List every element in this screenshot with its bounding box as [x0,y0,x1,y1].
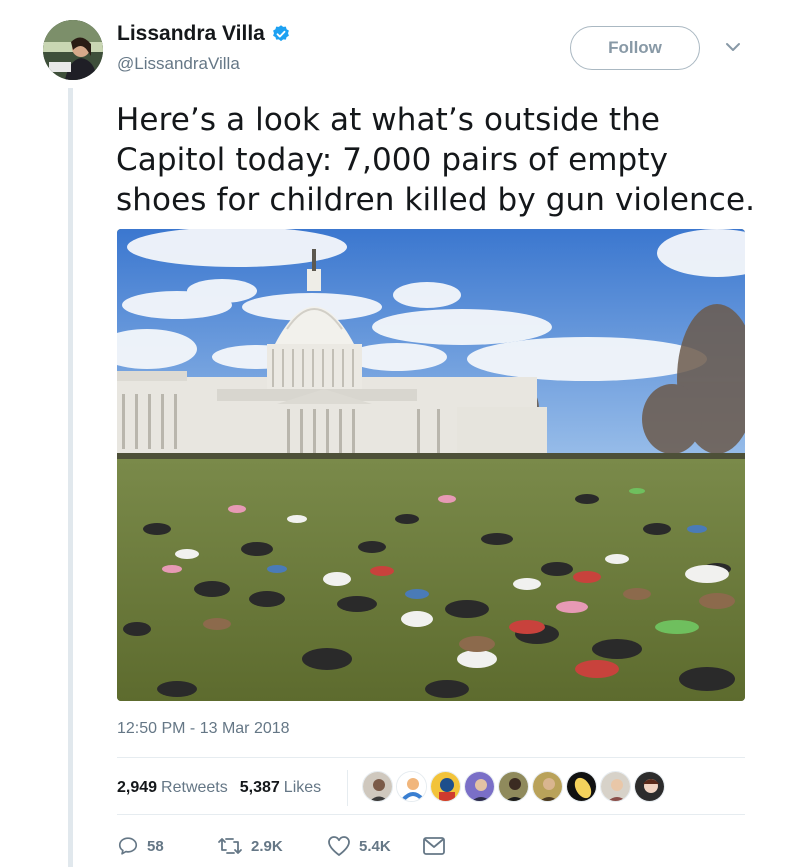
author-handle[interactable]: @LissandraVilla [117,54,240,74]
like-button[interactable]: 5.4K [327,835,422,857]
liker-avatars [362,771,665,802]
reply-count: 58 [147,837,164,855]
tweet-text: Here’s a look at what’s outside the Capi… [116,102,756,218]
likes-count: 5,387 [239,779,280,796]
message-button[interactable] [422,836,446,856]
like-count: 5.4K [359,837,391,855]
avatar[interactable] [43,20,103,80]
liker-avatar[interactable] [498,771,529,802]
tweet-timestamp[interactable]: 12:50 PM - 13 Mar 2018 [117,720,290,738]
verified-badge-icon [271,24,291,44]
liker-avatar[interactable] [634,771,665,802]
thread-line [68,88,73,867]
retweet-button[interactable]: 2.9K [217,835,327,857]
heart-icon [328,836,350,856]
divider [117,757,745,758]
tweet-photo[interactable] [117,229,745,701]
likes-stat[interactable]: 5,387 Likes [240,779,321,797]
retweets-stat[interactable]: 2,949 Retweets [117,779,228,797]
tweet-actions: 58 2.9K 5.4K [117,834,446,858]
divider [117,814,745,815]
author-name[interactable]: Lissandra Villa [117,22,265,46]
liker-avatar[interactable] [566,771,597,802]
chevron-down-icon[interactable] [724,40,742,54]
envelope-icon [423,837,445,855]
liker-avatar[interactable] [430,771,461,802]
liker-avatar[interactable] [396,771,427,802]
tweet-stats: 2,949 Retweets 5,387 Likes [117,776,333,800]
retweet-icon [218,838,242,854]
liker-avatar[interactable] [600,771,631,802]
retweets-label: Retweets [161,779,228,796]
stats-divider [347,770,348,806]
liker-avatar[interactable] [532,771,563,802]
liker-avatar[interactable] [362,771,393,802]
author-name-row[interactable]: Lissandra Villa [117,22,291,46]
follow-button[interactable]: Follow [570,26,700,70]
likes-label: Likes [283,779,322,796]
reply-button[interactable]: 58 [117,835,217,857]
tweet-permalink: Lissandra Villa @LissandraVilla Follow H… [0,0,786,867]
retweets-count: 2,949 [117,779,158,796]
liker-avatar[interactable] [464,771,495,802]
reply-icon [118,837,138,855]
retweet-count: 2.9K [251,837,283,855]
